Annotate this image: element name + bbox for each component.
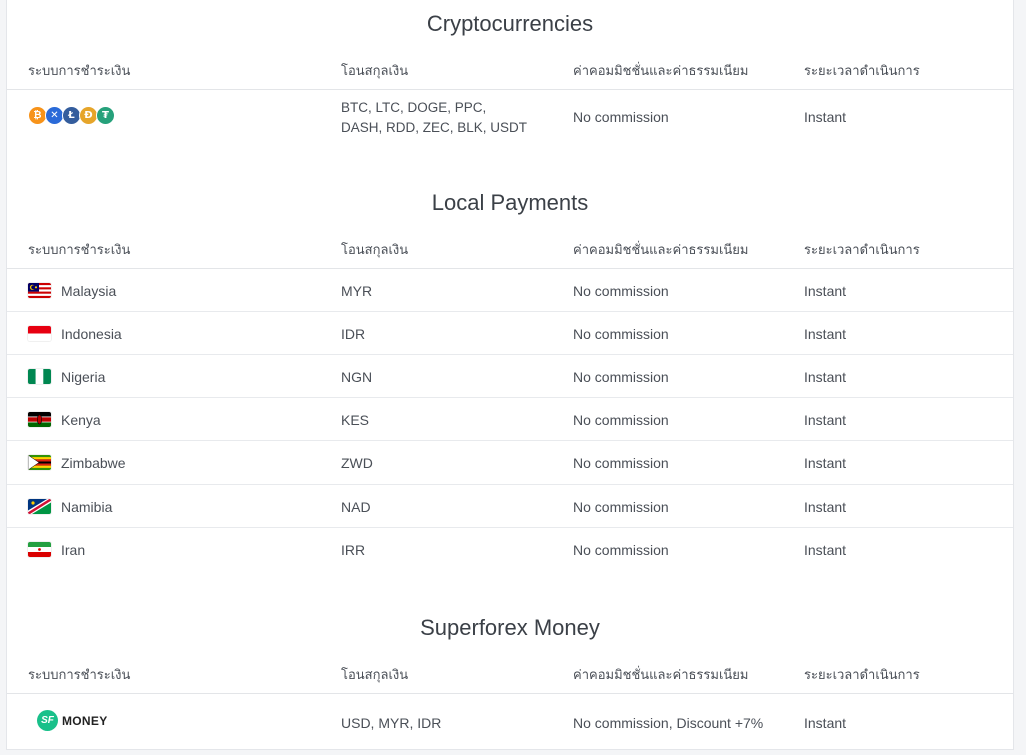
indonesia-flag-icon	[28, 326, 51, 341]
country-name: Malaysia	[61, 283, 117, 299]
commission-value: No commission	[573, 499, 669, 515]
processing-time: Instant	[804, 455, 847, 471]
table-row: Zimbabwe ZWD No commission Instant	[7, 441, 1013, 485]
country-name: Iran	[61, 542, 86, 558]
table-row: Kenya KES No commission Instant	[7, 398, 1013, 441]
sf-logo-word: MONEY	[62, 713, 108, 728]
col-currency-header: โอนสกุลเงิน	[341, 242, 409, 257]
col-commission-header: ค่าคอมมิชชั่นและค่าธรรมเนียม	[573, 63, 749, 78]
sfmoney-currencies: USD, MYR, IDR	[341, 715, 442, 731]
crypto-commission: No commission	[573, 109, 669, 125]
currency-code: KES	[341, 412, 370, 428]
local-table-header: ระบบการชำระเงิน โอนสกุลเงิน ค่าคอมมิชชั่…	[7, 225, 1013, 269]
processing-time: Instant	[804, 499, 847, 515]
currency-code: ZWD	[341, 455, 373, 471]
table-row: Malaysia MYR No commission Instant	[7, 269, 1013, 312]
processing-time: Instant	[804, 369, 847, 385]
col-method-header: ระบบการชำระเงิน	[28, 667, 131, 682]
sfmoney-time: Instant	[804, 715, 847, 731]
commission-value: No commission	[573, 326, 669, 342]
currency-code: NAD	[341, 499, 371, 515]
crypto-currencies: BTC, LTC, DOGE, PPC, DASH, RDD, ZEC, BLK…	[341, 100, 528, 135]
col-time-header: ระยะเวลาดำเนินการ	[804, 63, 920, 78]
col-commission-header: ค่าคอมมิชชั่นและค่าธรรมเนียม	[573, 667, 749, 682]
sfmoney-row: SF MONEY USD, MYR, IDR No commission, Di…	[7, 694, 1013, 749]
country-name: Namibia	[61, 499, 113, 515]
crypto-table-header: ระบบการชำระเงิน โอนสกุลเงิน ค่าคอมมิชชั่…	[7, 46, 1013, 90]
kenya-flag-icon	[28, 412, 51, 427]
col-currency-header: โอนสกุลเงิน	[341, 667, 409, 682]
commission-value: No commission	[573, 283, 669, 299]
crypto-row: ₿ ✕ Ł Ð ₮ BTC, LTC, DOGE, PPC, DASH, RDD…	[7, 90, 1013, 145]
country-name: Indonesia	[61, 326, 122, 342]
currency-code: IRR	[341, 542, 366, 558]
currency-code: MYR	[341, 283, 373, 299]
sfmoney-section-title: Superforex Money	[420, 615, 600, 640]
crypto-coins-icon: ₿ ✕ Ł Ð ₮	[28, 106, 115, 125]
namibia-flag-icon	[28, 499, 51, 514]
table-row: Indonesia IDR No commission Instant	[7, 312, 1013, 355]
currency-code: NGN	[341, 369, 373, 385]
commission-value: No commission	[573, 542, 669, 558]
crypto-time: Instant	[804, 109, 847, 125]
sfmoney-commission: No commission, Discount +7%	[573, 715, 764, 731]
sfmoney-table-header: ระบบการชำระเงิน โอนสกุลเงิน ค่าคอมมิชชั่…	[7, 650, 1013, 694]
country-name: Kenya	[61, 412, 101, 428]
zimbabwe-flag-icon	[28, 455, 51, 470]
tether-icon: ₮	[96, 106, 115, 125]
nigeria-flag-icon	[28, 369, 51, 384]
table-row: Namibia NAD No commission Instant	[7, 485, 1013, 528]
currency-code: IDR	[341, 326, 366, 342]
table-row: Iran IRR No commission Instant	[7, 528, 1013, 571]
country-name: Zimbabwe	[61, 455, 126, 471]
malaysia-flag-icon	[28, 283, 51, 298]
commission-value: No commission	[573, 369, 669, 385]
processing-time: Instant	[804, 326, 847, 342]
processing-time: Instant	[804, 283, 847, 299]
col-time-header: ระยะเวลาดำเนินการ	[804, 667, 920, 682]
col-commission-header: ค่าคอมมิชชั่นและค่าธรรมเนียม	[573, 242, 749, 257]
col-method-header: ระบบการชำระเงิน	[28, 63, 131, 78]
sf-money-logo: SF MONEY	[37, 710, 108, 731]
col-time-header: ระยะเวลาดำเนินการ	[804, 242, 920, 257]
table-row: Nigeria NGN No commission Instant	[7, 355, 1013, 398]
local-section-title: Local Payments	[431, 190, 589, 215]
iran-flag-icon	[28, 542, 51, 557]
commission-value: No commission	[573, 455, 669, 471]
col-method-header: ระบบการชำระเงิน	[28, 242, 131, 257]
payment-methods-card: Cryptocurrencies ระบบการชำระเงิน โอนสกุล…	[6, 0, 1014, 750]
processing-time: Instant	[804, 542, 847, 558]
col-currency-header: โอนสกุลเงิน	[341, 63, 409, 78]
crypto-section-title: Cryptocurrencies	[426, 11, 594, 36]
processing-time: Instant	[804, 412, 847, 428]
sf-logo-mark: SF	[37, 710, 58, 731]
commission-value: No commission	[573, 412, 669, 428]
country-name: Nigeria	[61, 369, 106, 385]
